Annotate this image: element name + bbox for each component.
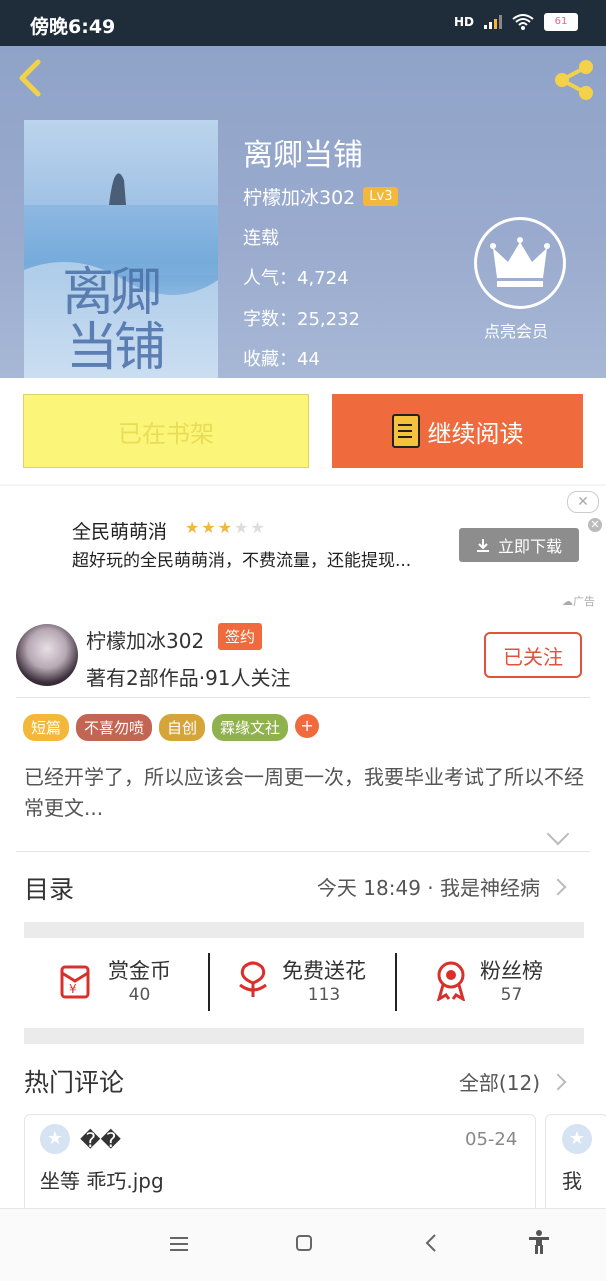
share-icon[interactable] xyxy=(552,58,596,102)
book-icon xyxy=(391,414,420,448)
cover-title-line2: 当铺 xyxy=(66,318,166,378)
menu-icon[interactable] xyxy=(170,1236,188,1252)
chevron-right-icon xyxy=(549,878,567,895)
stat-label: 赏金币 xyxy=(108,959,171,983)
book-word-count: 字数：25,232 xyxy=(243,309,360,330)
flower-icon xyxy=(239,961,267,997)
status-bar: 傍晚6:49 HD 61 xyxy=(0,0,606,46)
section-separator xyxy=(24,922,584,938)
follow-button[interactable]: 已关注 xyxy=(484,632,582,678)
stat-fans[interactable]: 粉丝榜 57 xyxy=(432,955,543,1005)
download-icon xyxy=(476,539,489,552)
medal-icon xyxy=(436,961,466,1001)
crown-icon xyxy=(490,237,550,287)
status-icons: HD 61 xyxy=(454,13,578,31)
author-name[interactable]: 柠檬加冰302 xyxy=(86,625,204,654)
stat-label: 粉丝榜 xyxy=(480,959,543,983)
stat-label: 免费送花 xyxy=(282,959,366,983)
ad-rating-stars: ★★★★★ xyxy=(185,518,267,537)
toc-latest-chapter[interactable]: 今天 18:49 · 我是神经病 xyxy=(317,872,567,901)
ad-title: 全民萌萌消 xyxy=(72,521,168,543)
book-title: 离卿当铺 xyxy=(243,138,363,173)
ad-download-button[interactable]: 立即下载 xyxy=(459,528,579,562)
comment-text: 坐等 乖巧.jpg xyxy=(40,1169,164,1193)
divider xyxy=(16,851,590,852)
tag-item[interactable]: 自创 xyxy=(159,714,206,741)
signal-icon xyxy=(484,15,502,29)
level-badge: Lv3 xyxy=(363,187,399,206)
comment-text: 我 xyxy=(562,1169,582,1193)
toc-label[interactable]: 目录 xyxy=(24,870,74,906)
star-avatar-icon: ★ xyxy=(562,1124,592,1154)
tag-item[interactable]: 短篇 xyxy=(23,714,70,741)
shelf-button[interactable]: 已在书架 xyxy=(23,394,309,468)
svg-text:¥: ¥ xyxy=(69,982,77,996)
back-nav-icon[interactable] xyxy=(425,1234,437,1252)
tag-item[interactable]: 霖缘文社 xyxy=(212,714,289,741)
ad-close-button[interactable]: ✕ xyxy=(567,491,599,513)
tag-item[interactable]: 不喜勿喷 xyxy=(76,714,153,741)
divider xyxy=(395,953,397,1011)
stat-value: 40 xyxy=(128,985,151,1005)
book-cover: 离卿 当铺 xyxy=(24,120,218,378)
comment-date: 05-24 xyxy=(465,1129,518,1150)
member-button[interactable] xyxy=(474,217,566,309)
star-avatar-icon: ★ xyxy=(40,1124,70,1154)
battery-icon: 61 xyxy=(544,13,578,31)
comment-author: �� xyxy=(80,1128,122,1152)
chevron-right-icon xyxy=(549,1073,567,1090)
ad-tag: ☁广告 xyxy=(562,595,595,608)
hot-comments-label: 热门评论 xyxy=(24,1068,125,1097)
network-label: HD xyxy=(453,15,474,29)
divider xyxy=(16,697,590,698)
add-tag-button[interactable]: + xyxy=(295,714,320,738)
book-popularity: 人气：4,724 xyxy=(243,268,349,289)
stat-value: 113 xyxy=(307,985,341,1005)
book-favorites: 收藏：44 xyxy=(243,349,320,370)
ad-download-label: 立即下载 xyxy=(497,537,562,556)
ad-description: 超好玩的全民萌萌消，不费流量，还能提现... xyxy=(72,551,412,571)
continue-reading-label: 继续阅读 xyxy=(427,419,524,448)
back-icon[interactable] xyxy=(14,58,44,98)
accessibility-icon[interactable] xyxy=(528,1230,550,1254)
member-label[interactable]: 点亮会员 xyxy=(484,318,548,342)
divider xyxy=(208,953,210,1011)
stat-reward[interactable]: ¥ 赏金币 40 xyxy=(56,955,171,1005)
book-summary: 已经开学了，所以应该会一周更一次，我要毕业考试了所以不经常更文... xyxy=(24,765,584,820)
book-author-row[interactable]: 柠檬加冰302 Lv3 xyxy=(243,183,399,210)
wifi-icon xyxy=(512,14,534,30)
stat-flowers[interactable]: 免费送花 113 xyxy=(234,955,366,1005)
author-works: 著有2部作品·91人关注 xyxy=(86,666,291,690)
author-avatar[interactable] xyxy=(16,624,78,686)
book-status: 连载 xyxy=(243,228,279,249)
ad-dismiss-icon[interactable]: ✕ xyxy=(588,518,602,532)
continue-reading-button[interactable]: 继续阅读 xyxy=(332,394,583,468)
status-time: 傍晚6:49 xyxy=(30,16,116,38)
red-envelope-icon: ¥ xyxy=(60,965,90,999)
section-separator xyxy=(24,1028,584,1044)
book-author[interactable]: 柠檬加冰302 xyxy=(243,183,355,210)
stat-value: 57 xyxy=(500,985,523,1005)
home-icon[interactable] xyxy=(296,1235,312,1251)
tag-list: 短篇 不喜勿喷 自创 霖缘文社 + xyxy=(23,714,320,741)
all-comments-link[interactable]: 全部(12) xyxy=(459,1067,567,1096)
signed-badge: 签约 xyxy=(218,623,263,650)
